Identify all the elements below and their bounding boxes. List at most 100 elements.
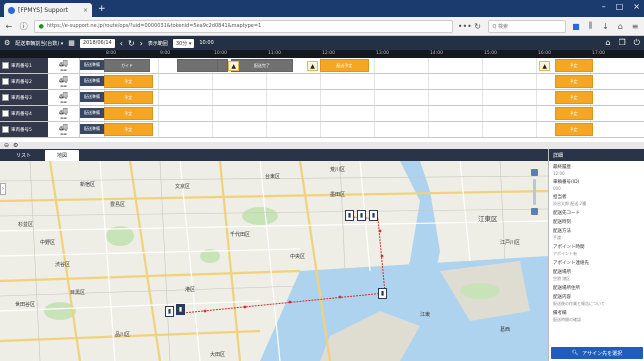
refresh-icon[interactable]: ↻ — [128, 39, 135, 48]
schedule-block[interactable]: 予定 — [554, 123, 593, 136]
schedule-block[interactable]: 予定 — [554, 75, 593, 88]
route-map[interactable]: › ▮ ▮ ▮ ▮ ▮ ▮ 新宿区 文京区 台東区 墨田区 江東区 江戸川区 渋谷区 港区 中央… — [0, 161, 548, 361]
schedule-block[interactable]: 配送予定 — [320, 59, 369, 72]
gantt-row[interactable]: 車両番号1 🚚︎ ▬▬ 配送準備 ガイド 配送完了 配送予定 予定 ▲ ▲ ▲ — [0, 58, 644, 74]
row-status-button[interactable]: 配送準備 — [80, 60, 104, 70]
gantt-track[interactable]: 予定 予定 — [104, 74, 644, 89]
zoom-in-icon[interactable] — [531, 169, 538, 176]
truck-icon: 🚚︎ ▬▬ — [48, 74, 80, 89]
home-icon[interactable]: ⌂ — [615, 22, 625, 31]
browser-search-field[interactable]: Q 検索 — [487, 19, 567, 33]
detail-field-label: 配送先コード — [553, 211, 580, 216]
minimize-icon[interactable]: – — [602, 2, 606, 11]
gantt-hour-label: 14:00 — [430, 51, 443, 56]
settings-gear-icon[interactable]: ⚙ — [4, 39, 10, 47]
extension-icon[interactable]: ■ — [571, 22, 581, 31]
row-status-button[interactable]: 配送準備 — [80, 76, 104, 86]
back-icon[interactable]: ← — [4, 22, 14, 31]
truck-caption: ▬▬ — [60, 67, 67, 72]
map-place-label: 葛西 — [500, 327, 511, 333]
window-icon[interactable]: ❐ — [619, 38, 626, 48]
map-base — [0, 161, 548, 361]
row-status-button[interactable]: 配送準備 — [80, 92, 104, 102]
new-tab-icon[interactable]: + — [98, 4, 106, 14]
schedule-block[interactable]: 予定 — [554, 107, 593, 120]
page-menu-icon[interactable]: ••• — [458, 22, 472, 31]
close-window-icon[interactable]: × — [633, 2, 640, 11]
alert-pin-icon[interactable]: ▲ — [307, 61, 319, 71]
reload-icon[interactable]: ↻ — [473, 22, 483, 31]
download-icon[interactable]: ↓ — [601, 22, 611, 31]
maximize-icon[interactable]: □ — [616, 2, 624, 11]
vehicle-marker[interactable]: ▮ — [357, 210, 366, 221]
truck-icon: 🚚︎ ▬▬ — [48, 58, 80, 73]
gantt-gridline — [374, 90, 375, 105]
gantt-row[interactable]: 車両番号2 🚚︎ ▬▬ 配送準備 予定 予定 — [0, 74, 644, 90]
schedule-block[interactable] — [217, 59, 229, 72]
schedule-block[interactable]: 予定 — [104, 91, 153, 104]
vehicle-marker[interactable]: ▮ — [369, 210, 378, 221]
schedule-block[interactable] — [176, 59, 221, 72]
assign-button[interactable]: 🔍︎ アサイン先を選択 — [551, 347, 643, 359]
schedule-block[interactable]: ガイド — [104, 59, 150, 72]
gantt-gridline — [536, 58, 537, 73]
gantt-track[interactable]: 予定 予定 — [104, 122, 644, 137]
gantt-gridline — [536, 74, 537, 89]
gantt-track[interactable]: 予定 予定 — [104, 90, 644, 105]
range-select[interactable]: 30分 ▾ — [172, 38, 195, 48]
date-field[interactable]: 2018/06/14 — [79, 38, 115, 48]
url-text: https://e-support.ne.jp/route/ops/?uid=0… — [46, 23, 262, 29]
menu-icon[interactable]: ≡ — [630, 22, 640, 31]
vehicle-marker[interactable]: ▮ — [165, 306, 174, 317]
map-place-label: 港区 — [185, 287, 196, 293]
schedule-block[interactable]: 予定 — [554, 91, 593, 104]
gantt-gridline — [266, 74, 267, 89]
collapse-icon[interactable]: ⊖ — [4, 142, 9, 149]
power-icon[interactable]: ⏻ — [634, 38, 640, 48]
schedule-block[interactable]: 配送完了 — [230, 59, 293, 72]
zoom-out-icon[interactable] — [531, 208, 538, 215]
detail-field-value: 配送時間の確認 — [553, 317, 581, 322]
close-tab-icon[interactable]: × — [83, 7, 88, 14]
map-place-label: 墨田区 — [330, 192, 346, 198]
gantt-gridline — [482, 106, 483, 121]
settings-icon[interactable]: ⚙ — [13, 142, 18, 149]
browser-tab[interactable]: [FPMYS] Support × — [4, 3, 92, 17]
screen: [FPMYS] Support × + – □ × ← ⓘ ● https://… — [0, 0, 644, 361]
vehicle-marker[interactable]: ▮ — [176, 304, 185, 315]
gantt-gridline — [320, 74, 321, 89]
gantt-row[interactable]: 車両番号4 🚚︎ ▬▬ 配送準備 予定 予定 — [0, 106, 644, 122]
schedule-block[interactable]: 予定 — [554, 59, 593, 72]
gantt-track[interactable]: 予定 予定 — [104, 106, 644, 121]
alert-pin-icon[interactable]: ▲ — [228, 61, 240, 71]
alert-pin-icon[interactable]: ▲ — [539, 61, 551, 71]
gantt-track[interactable]: ガイド 配送完了 配送予定 予定 ▲ ▲ ▲ — [104, 58, 644, 73]
detail-field-label: アポイント時間 — [553, 245, 585, 250]
prev-date-icon[interactable]: ‹ — [120, 39, 123, 48]
vehicle-marker[interactable]: ▮ — [345, 210, 354, 221]
vehicle-marker[interactable]: ▮ — [378, 288, 387, 299]
tab-map[interactable]: 地図 — [45, 150, 80, 161]
gantt-row[interactable]: 車両番号5 🚚︎ ▬▬ 配送準備 予定 予定 — [0, 122, 644, 138]
library-icon[interactable]: ⫼ — [586, 21, 596, 31]
tab-list[interactable]: リスト — [4, 150, 43, 161]
map-side-toggle[interactable]: › — [0, 183, 6, 195]
home-icon[interactable]: ⌂ — [605, 38, 610, 48]
zoom-slider[interactable] — [533, 179, 536, 205]
next-date-icon[interactable]: › — [140, 39, 143, 48]
schedule-block[interactable]: 予定 — [104, 107, 153, 120]
url-field[interactable]: ● https://e-support.ne.jp/route/ops/?uid… — [33, 19, 453, 33]
gantt-row[interactable]: 車両番号3 🚚︎ ▬▬ 配送準備 予定 予定 — [0, 90, 644, 106]
info-icon[interactable]: ⓘ — [19, 21, 29, 32]
detail-field-value: 手渡 — [553, 235, 561, 240]
row-status-button[interactable]: 配送準備 — [80, 124, 104, 134]
truck-caption: ▬▬ — [60, 83, 67, 88]
row-status-button[interactable]: 配送準備 — [80, 108, 104, 118]
schedule-block[interactable]: 予定 — [104, 123, 153, 136]
calendar-icon[interactable]: ▦ — [68, 39, 75, 47]
gantt-hour-label: 10:00 — [214, 51, 227, 56]
detail-field-label: 配送内容 — [553, 295, 571, 300]
group-select[interactable]: 配送車輌割当(台数) ▾ — [15, 40, 63, 47]
detail-field-value: 渋谷太郎 配送 2種 — [553, 201, 587, 206]
schedule-block[interactable]: 予定 — [104, 75, 153, 88]
